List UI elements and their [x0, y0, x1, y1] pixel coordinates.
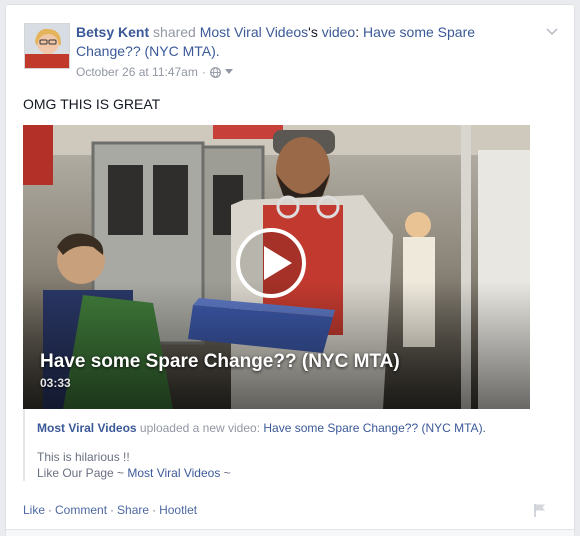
attachment-details: Most Viral Videos uploaded a new video: … [23, 409, 530, 481]
story-meta: October 26 at 11:47am · [76, 65, 233, 79]
attachment-source-link[interactable]: Most Viral Videos [37, 421, 137, 435]
video-link[interactable]: video [322, 24, 355, 40]
possessive-text: 's [308, 24, 322, 40]
action-separator: · [152, 503, 157, 517]
story-header: Betsy Kent shared Most Viral Videos's vi… [76, 23, 516, 61]
action-separator: · [48, 503, 53, 517]
story-actions: Like · Comment · Share · Hootlet [23, 503, 197, 517]
attachment-video-link[interactable]: Have some Spare Change?? (NYC MTA). [263, 421, 486, 435]
attachment-like-line: Like Our Page ~ Most Viral Videos ~ [37, 466, 231, 480]
flag-icon[interactable] [532, 502, 548, 518]
shared-text: shared [149, 24, 200, 40]
hootlet-button[interactable]: Hootlet [159, 503, 197, 517]
meta-separator: · [201, 65, 206, 79]
video-title: Have some Spare Change?? (NYC MTA) [40, 351, 400, 372]
globe-icon[interactable] [209, 66, 221, 78]
author-link[interactable]: Betsy Kent [76, 24, 149, 40]
uploaded-text: uploaded a new video: [136, 421, 264, 435]
play-icon [264, 246, 292, 280]
avatar[interactable] [24, 23, 70, 69]
play-button[interactable] [236, 228, 306, 298]
attachment-uploader-line: Most Viral Videos uploaded a new video: … [37, 421, 486, 435]
feed-story-card: Betsy Kent shared Most Viral Videos's vi… [5, 4, 575, 536]
avatar-image [25, 24, 69, 68]
like-prefix-text: Like Our Page ~ [37, 466, 128, 480]
video-duration: 03:33 [40, 376, 71, 390]
comment-button[interactable]: Comment [55, 503, 107, 517]
like-suffix-text: ~ [220, 466, 231, 480]
share-button[interactable]: Share [117, 503, 149, 517]
timestamp[interactable]: October 26 at 11:47am [76, 65, 198, 79]
colon-text: : [355, 24, 363, 40]
post-message: OMG THIS IS GREAT [23, 96, 161, 112]
like-page-link[interactable]: Most Viral Videos [127, 466, 220, 480]
action-separator: · [110, 503, 115, 517]
attachment-description: This is hilarious !! [37, 450, 130, 464]
chevron-down-icon[interactable] [546, 25, 558, 37]
video-player[interactable]: Have some Spare Change?? (NYC MTA) 03:33 [23, 125, 530, 409]
privacy-caret-icon[interactable] [224, 69, 233, 75]
like-button[interactable]: Like [23, 503, 45, 517]
page-link[interactable]: Most Viral Videos [200, 24, 308, 40]
